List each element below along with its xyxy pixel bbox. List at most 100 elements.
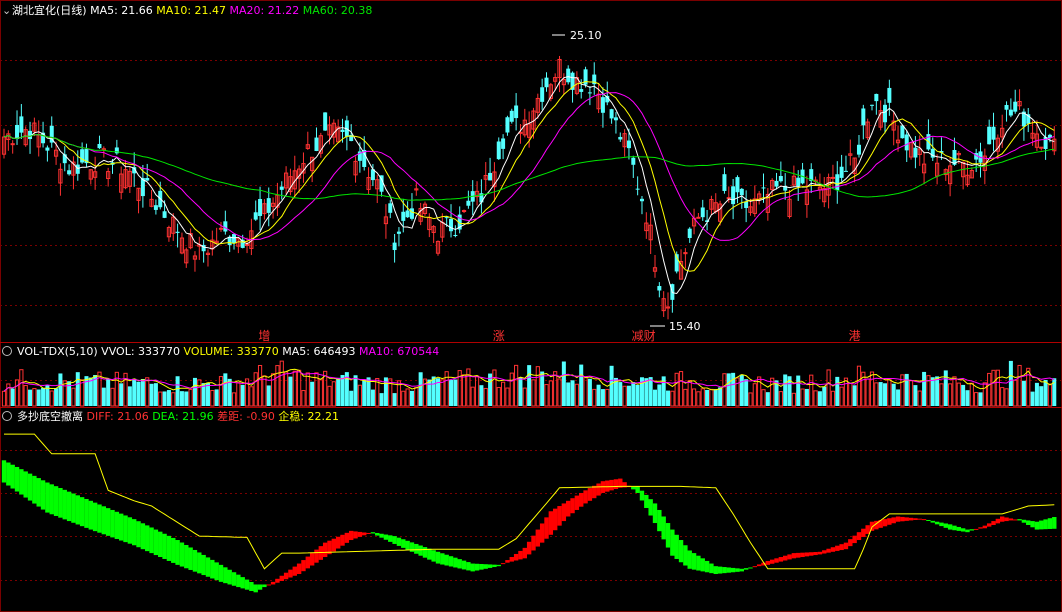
chevron-down-icon[interactable]: ⌄	[2, 4, 11, 17]
candle-body	[453, 234, 458, 236]
volume-bar	[409, 390, 414, 406]
volume-bar	[292, 370, 297, 407]
volume-bar	[705, 389, 710, 406]
event-marker[interactable]: 涨	[493, 328, 505, 343]
diff-dea-bar	[123, 515, 128, 543]
diff-dea-bar	[561, 503, 567, 522]
candle-body	[609, 109, 614, 119]
diff-dea-bar	[344, 532, 350, 543]
candle-body	[618, 136, 623, 140]
diff-dea-bar	[505, 560, 510, 563]
diff-dea-bar	[570, 498, 575, 514]
volume-bar	[700, 388, 705, 407]
volume-bar	[674, 372, 679, 407]
diff-dea-bar	[518, 550, 523, 560]
diff-dea-bar	[470, 563, 475, 572]
volume-bar	[635, 384, 640, 406]
candle-body	[874, 93, 879, 102]
diff-dea-bar	[244, 579, 250, 590]
volume-bar	[119, 383, 124, 406]
legend-entry: DIFF: 21.06	[83, 410, 149, 423]
diff-dea-bar	[257, 584, 263, 590]
diff-dea-bar	[275, 578, 280, 583]
legend-entry: 企稳: 22.21	[275, 409, 339, 423]
diff-dea-bar	[405, 540, 410, 550]
diff-dea-bar	[396, 537, 402, 546]
event-markers[interactable]: 增 涨 减财 港	[258, 328, 860, 343]
volume-bar	[179, 391, 184, 406]
chevron-down-icon[interactable]	[2, 346, 12, 356]
diff-dea-bar	[149, 527, 154, 554]
event-marker[interactable]: 增	[258, 329, 270, 343]
volume-bar	[284, 371, 289, 407]
volume-bar	[353, 375, 358, 406]
volume-bar	[474, 375, 480, 407]
volume-bar	[479, 385, 484, 406]
diff-dea-bar	[427, 548, 432, 560]
volume-bar	[1, 390, 7, 407]
volume-bar	[136, 381, 141, 406]
diff-dea-bar	[991, 521, 996, 525]
volume-bar	[987, 372, 992, 407]
volume-bar	[249, 386, 254, 407]
chevron-down-icon[interactable]	[2, 411, 12, 421]
volume-bar	[10, 388, 15, 406]
legend-entry: MA5: 646493	[279, 345, 356, 358]
diff-dea-bar	[982, 525, 988, 529]
volume-bar	[67, 381, 72, 406]
diff-dea-bar	[661, 516, 666, 540]
volume-bar	[800, 388, 805, 407]
candle-body	[987, 126, 992, 145]
diff-dea-bar	[36, 478, 41, 507]
candle-body	[218, 227, 224, 230]
candle-body	[544, 77, 549, 88]
volume-bar	[210, 390, 215, 407]
volume-bar	[817, 391, 822, 406]
volume-bar	[995, 369, 1000, 407]
volume-bar	[683, 388, 688, 407]
candle-body	[1004, 104, 1009, 110]
diff-dea-bar	[969, 529, 975, 531]
volume-bar	[223, 373, 228, 406]
stock-chart[interactable]: 25.10 15.40 增 涨 减财 港 ⌄ 湖北宜化(日线) MA5: 21.66 …	[0, 0, 1062, 612]
diff-dea-bar	[435, 551, 441, 564]
diff-dea-bar	[691, 553, 697, 570]
candle-body	[514, 105, 519, 119]
diff-dea-bar	[635, 486, 640, 493]
volume-bar	[331, 381, 336, 407]
candle-body	[991, 126, 996, 140]
volume-bar	[88, 377, 93, 406]
diff-dea-bar	[717, 566, 723, 574]
event-marker[interactable]: 减财	[632, 329, 656, 343]
volume-bar	[470, 386, 475, 407]
volume-bar	[670, 390, 675, 407]
candle-body	[145, 178, 150, 181]
diff-dea-bar	[887, 518, 892, 525]
low-label: 15.40	[669, 320, 701, 333]
diff-dea-bar	[292, 566, 297, 576]
diff-dea-bar	[101, 506, 107, 535]
diff-dea-bar	[926, 519, 931, 521]
volume-bar	[826, 369, 831, 407]
volume-bar	[80, 379, 85, 407]
candle-body	[258, 199, 263, 216]
diff-dea-bar	[748, 567, 753, 569]
volume-bar	[809, 374, 814, 407]
diff-dea-bar	[648, 499, 653, 516]
volume-bar	[262, 375, 267, 407]
diff-dea-bar	[613, 479, 619, 490]
volume-bar	[587, 378, 592, 406]
diff-dea-bar	[296, 563, 302, 575]
volume-bar	[904, 373, 909, 406]
diff-dea-bar	[201, 554, 206, 576]
candle-body	[856, 144, 861, 155]
volume-bar	[379, 393, 384, 406]
diff-dea-bar	[548, 511, 554, 535]
diff-dea-bar	[10, 464, 15, 489]
diff-dea-bar	[652, 503, 658, 524]
diff-dea-bar	[240, 577, 245, 589]
diff-dea-bar	[605, 480, 610, 492]
candle-body	[839, 166, 844, 178]
event-marker[interactable]: 港	[849, 329, 861, 343]
diff-dea-bar	[19, 469, 24, 495]
